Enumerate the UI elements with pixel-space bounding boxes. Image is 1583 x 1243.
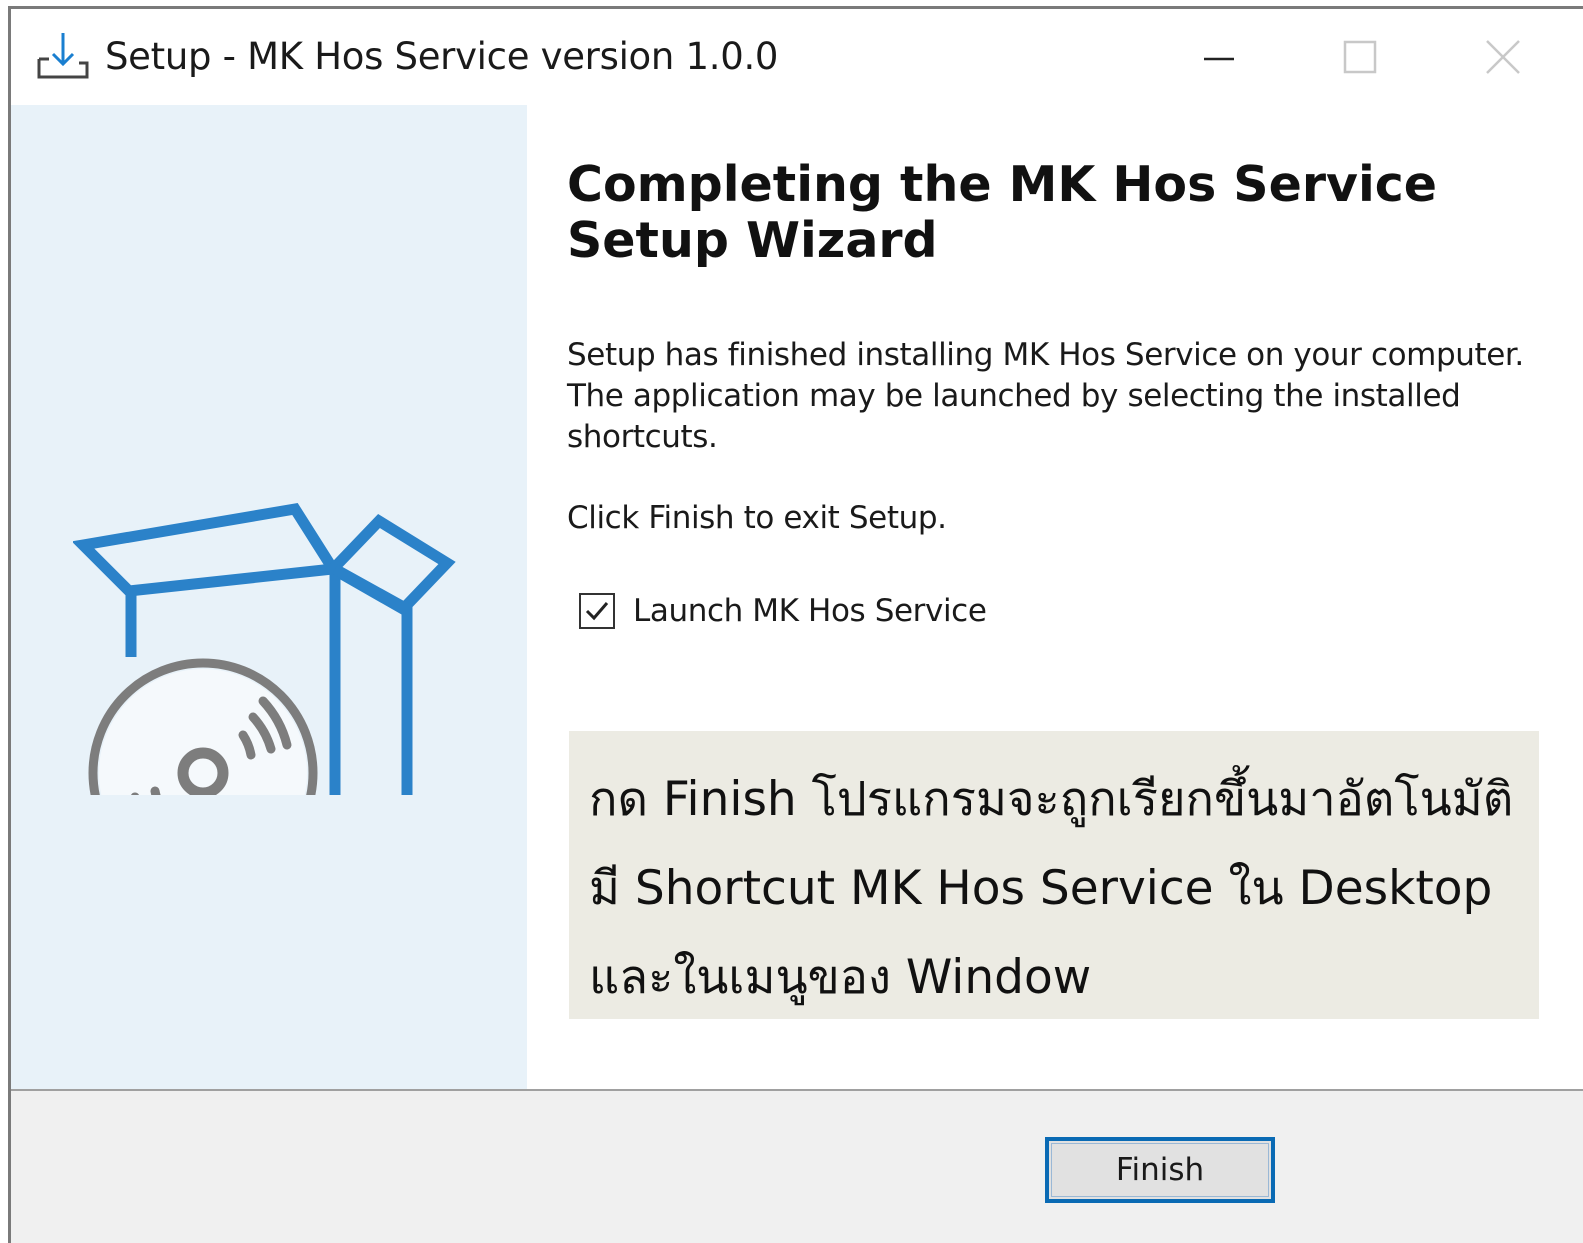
finish-button-label: Finish: [1051, 1143, 1269, 1197]
launch-checkbox[interactable]: [579, 593, 615, 629]
message-line-3: shortcuts.: [567, 419, 718, 455]
title-bar: Setup - MK Hos Service version 1.0.0: [11, 9, 1583, 105]
wizard-heading: Completing the MK Hos Service Setup Wiza…: [567, 157, 1527, 269]
annotation-note: กด Finish โปรแกรมจะถูกเรียกขึ้นมาอัตโนมั…: [569, 731, 1539, 1019]
close-button[interactable]: [1473, 31, 1533, 83]
note-line-3: และในเมนูของ Window: [589, 950, 1092, 1005]
checkmark-icon: [585, 602, 609, 621]
window-title: Setup - MK Hos Service version 1.0.0: [105, 35, 779, 78]
maximize-icon: [1343, 40, 1377, 74]
heading-line-1: Completing the MK Hos Service: [567, 156, 1438, 213]
completion-message: Setup has finished installing MK Hos Ser…: [567, 335, 1527, 458]
exit-instruction: Click Finish to exit Setup.: [567, 500, 947, 536]
installer-icon: [35, 29, 91, 83]
note-line-1: กด Finish โปรแกรมจะถูกเรียกขึ้นมาอัตโนมั…: [589, 772, 1514, 827]
close-icon: [1486, 40, 1520, 74]
setup-window: Setup - MK Hos Service version 1.0.0 Com…: [8, 6, 1583, 1243]
message-line-2: The application may be launched by selec…: [567, 378, 1461, 414]
launch-option[interactable]: Launch MK Hos Service: [579, 589, 987, 633]
finish-button[interactable]: Finish: [1045, 1137, 1275, 1203]
message-line-1: Setup has finished installing MK Hos Ser…: [567, 337, 1524, 373]
minimize-button[interactable]: [1189, 31, 1249, 83]
wizard-side-panel: [11, 105, 527, 1089]
button-bar: [11, 1089, 1583, 1243]
heading-line-2: Setup Wizard: [567, 212, 938, 269]
note-line-2: มี Shortcut MK Hos Service ใน Desktop: [589, 861, 1493, 916]
maximize-button[interactable]: [1329, 31, 1389, 83]
software-box-icon: [73, 502, 456, 795]
launch-checkbox-label[interactable]: Launch MK Hos Service: [633, 593, 987, 629]
minimize-icon: [1204, 57, 1234, 61]
